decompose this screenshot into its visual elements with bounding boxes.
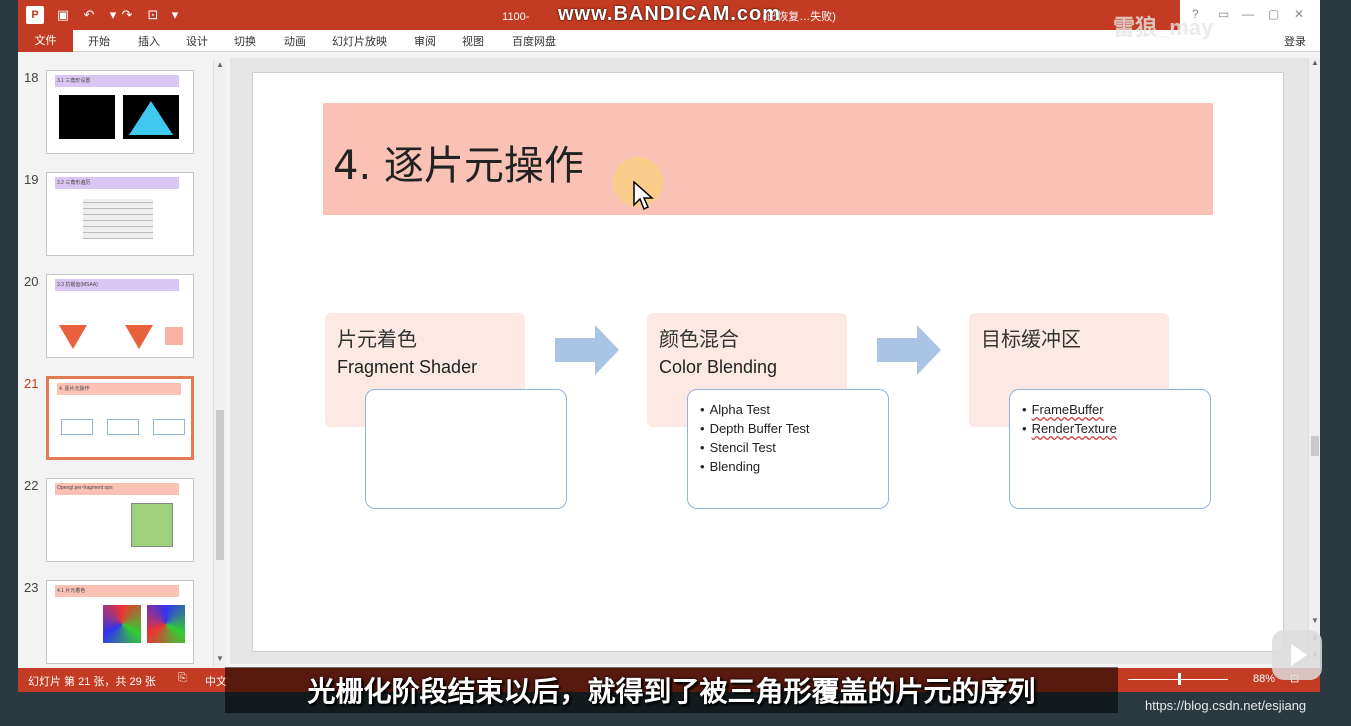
thumb-heading: 3.1 三角形设置 bbox=[55, 75, 179, 87]
slide-title: 4. 逐片元操作 bbox=[333, 143, 584, 189]
document-name: 1100- bbox=[502, 11, 530, 23]
test-list: Alpha Test Depth Buffer Test Stencil Tes… bbox=[700, 400, 876, 476]
slide-number: 21 bbox=[24, 376, 39, 391]
list-item-text: FrameBuffer bbox=[1031, 402, 1104, 417]
tab-file[interactable]: 文件 bbox=[18, 30, 73, 52]
tab-view[interactable]: 视图 bbox=[462, 33, 484, 49]
slide-thumbnail-23[interactable]: 23 4.1 片元着色 bbox=[18, 568, 223, 664]
thumbnail-scrollbar[interactable]: ▲ ▼ bbox=[213, 60, 225, 666]
screen: P ▣ ↶ ▾ ↷ ⊡ ▾ 1100- (已恢复…失败) www.BANDICA… bbox=[0, 0, 1351, 726]
tab-review[interactable]: 审阅 bbox=[414, 33, 436, 49]
stage-detail-box-1[interactable] bbox=[365, 389, 567, 509]
slide-preview: 3.1 三角形设置 bbox=[46, 70, 194, 154]
mouse-pointer-icon bbox=[633, 181, 654, 211]
scroll-thumb[interactable] bbox=[1311, 436, 1319, 456]
slide-editor: 4. 逐片元操作 片元着色 Fragment Shader 颜色混合 Color… bbox=[230, 58, 1308, 664]
slide-thumbnail-21[interactable]: 21 4. 逐片元操作 bbox=[18, 364, 223, 464]
video-subtitle: 光栅化阶段结束以后，就得到了被三角形覆盖的片元的序列 bbox=[307, 675, 1036, 708]
stage-detail-box-2[interactable]: Alpha Test Depth Buffer Test Stencil Tes… bbox=[687, 389, 889, 509]
list-item: Alpha Test bbox=[700, 400, 876, 419]
tab-slideshow[interactable]: 幻灯片放映 bbox=[332, 33, 387, 49]
right-arrow-icon bbox=[877, 325, 941, 375]
tab-design[interactable]: 设计 bbox=[186, 33, 208, 49]
tab-animations[interactable]: 动画 bbox=[284, 33, 306, 49]
slide-preview: 3.3 抗锯齿(MSAA) bbox=[46, 274, 194, 358]
thumb-heading: Opengl per-fragment ops bbox=[55, 483, 179, 495]
thumb-box bbox=[153, 419, 185, 435]
slide-preview: 4.1 片元着色 bbox=[46, 580, 194, 664]
slide-canvas[interactable]: 4. 逐片元操作 片元着色 Fragment Shader 颜色混合 Color… bbox=[252, 72, 1284, 652]
slide-number: 18 bbox=[24, 70, 39, 85]
list-item: Depth Buffer Test bbox=[700, 419, 876, 438]
list-item: Blending bbox=[700, 457, 876, 476]
tab-home[interactable]: 开始 bbox=[88, 33, 110, 49]
stage-title-en: Fragment Shader bbox=[337, 357, 478, 377]
stage-detail-box-3[interactable]: FrameBuffer RenderTexture bbox=[1009, 389, 1211, 509]
list-item: FrameBuffer bbox=[1022, 400, 1198, 419]
ribbon-display-icon[interactable]: ▭ bbox=[1218, 7, 1229, 21]
buffer-list: FrameBuffer RenderTexture bbox=[1022, 400, 1198, 438]
scroll-down-icon[interactable]: ▼ bbox=[214, 654, 226, 666]
slide-counter: 幻灯片 第 21 张，共 29 张 bbox=[28, 676, 156, 688]
stage-title-cn: 片元着色 bbox=[337, 329, 417, 351]
scroll-up-icon[interactable]: ▲ bbox=[214, 60, 226, 72]
url-watermark: https://blog.csdn.net/esjiang bbox=[1145, 698, 1307, 713]
slide-number: 19 bbox=[24, 172, 39, 187]
spell-check-icon[interactable]: ⎘ bbox=[178, 672, 187, 685]
tab-insert[interactable]: 插入 bbox=[138, 33, 160, 49]
thumb-image bbox=[103, 605, 141, 643]
pixel-square bbox=[165, 327, 183, 345]
slide-preview: 3.2 三角形遍历 bbox=[46, 172, 194, 256]
thumb-grid bbox=[83, 199, 153, 239]
play-icon[interactable] bbox=[1272, 630, 1322, 680]
slide-thumbnail-22[interactable]: 22 Opengl per-fragment ops bbox=[18, 466, 223, 566]
slide-number: 23 bbox=[24, 580, 39, 595]
slide-preview: 4. 逐片元操作 bbox=[46, 376, 194, 460]
thumb-diagram bbox=[131, 503, 173, 547]
triangle-shape bbox=[129, 101, 173, 135]
list-item: RenderTexture bbox=[1022, 419, 1198, 438]
slide-number: 20 bbox=[24, 274, 39, 289]
slide-thumbnail-19[interactable]: 19 3.2 三角形遍历 bbox=[18, 160, 223, 260]
slide-number: 22 bbox=[24, 478, 39, 493]
sign-in-link[interactable]: 登录 bbox=[1284, 33, 1306, 49]
zoom-level[interactable]: 88% bbox=[1253, 673, 1275, 685]
scroll-up-icon[interactable]: ▲ bbox=[1309, 58, 1320, 70]
tab-transitions[interactable]: 切换 bbox=[234, 33, 256, 49]
stage-title-en: Color Blending bbox=[659, 357, 778, 377]
triangle-shape bbox=[125, 325, 153, 349]
recorder-watermark: www.BANDICAM.com bbox=[558, 3, 782, 25]
close-icon[interactable]: ✕ bbox=[1294, 7, 1304, 21]
thumb-image bbox=[59, 95, 115, 139]
list-item-text: RenderTexture bbox=[1031, 421, 1117, 436]
scroll-thumb[interactable] bbox=[216, 410, 224, 560]
tab-baidu-netdisk[interactable]: 百度网盘 bbox=[512, 33, 556, 49]
right-arrow-icon bbox=[555, 325, 619, 375]
slide-thumbnail-20[interactable]: 20 3.3 抗锯齿(MSAA) bbox=[18, 262, 223, 362]
list-item: Stencil Test bbox=[700, 438, 876, 457]
thumb-heading: 4. 逐片元操作 bbox=[57, 383, 181, 395]
zoom-slider-handle[interactable] bbox=[1178, 673, 1181, 685]
powerpoint-window: P ▣ ↶ ▾ ↷ ⊡ ▾ 1100- (已恢复…失败) www.BANDICA… bbox=[18, 0, 1320, 692]
thumb-heading: 4.1 片元着色 bbox=[55, 585, 179, 597]
maximize-icon[interactable]: ▢ bbox=[1268, 7, 1279, 21]
slide-thumbnail-18[interactable]: 18 3.1 三角形设置 bbox=[18, 58, 223, 158]
title-placeholder[interactable]: 4. 逐片元操作 bbox=[323, 103, 1213, 215]
thumb-box bbox=[61, 419, 93, 435]
thumb-image bbox=[147, 605, 185, 643]
thumb-heading: 3.2 三角形遍历 bbox=[55, 177, 179, 189]
triangle-shape bbox=[59, 325, 87, 349]
editor-scrollbar[interactable]: ▲ ▼ ⇞ ⇟ bbox=[1308, 58, 1320, 664]
thumb-box bbox=[107, 419, 139, 435]
slide-thumbnail-pane: 18 3.1 三角形设置 19 3.2 三角形遍历 20 3.3 抗锯齿(MSA… bbox=[18, 58, 228, 664]
slide-preview: Opengl per-fragment ops bbox=[46, 478, 194, 562]
thumb-image bbox=[123, 95, 179, 139]
minimize-icon[interactable]: — bbox=[1242, 7, 1254, 21]
stage-title-cn: 目标缓冲区 bbox=[981, 329, 1081, 351]
stage-title-cn: 颜色混合 bbox=[659, 329, 739, 351]
scroll-down-icon[interactable]: ▼ bbox=[1309, 616, 1320, 628]
language-indicator[interactable]: 中文 bbox=[205, 673, 227, 689]
streamer-watermark: 雷狼_may bbox=[1113, 15, 1214, 40]
thumb-heading: 3.3 抗锯齿(MSAA) bbox=[55, 279, 179, 291]
